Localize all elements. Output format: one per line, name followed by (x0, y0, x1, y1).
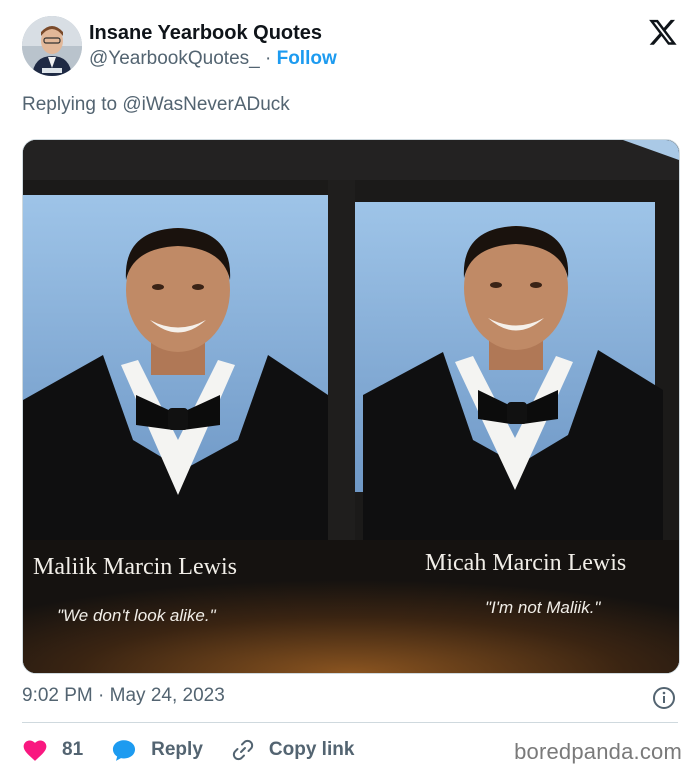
author-handle-row: @YearbookQuotes_ · Follow (89, 48, 337, 70)
like-button[interactable]: 81 (22, 738, 83, 762)
info-icon[interactable] (652, 686, 676, 710)
tweet-media-image[interactable]: Maliik Marcin Lewis "We don't look alike… (22, 139, 680, 674)
reply-bubble-icon (113, 740, 136, 761)
author-handle[interactable]: @YearbookQuotes_ (89, 48, 260, 69)
yearbook-photo (23, 140, 679, 673)
x-logo-icon[interactable] (648, 17, 678, 47)
reply-prefix: Replying to (22, 94, 118, 115)
follow-button[interactable]: Follow (277, 48, 337, 69)
copy-link-label: Copy link (268, 739, 355, 760)
boredpanda-watermark: boredpanda.com (514, 739, 682, 764)
author-display-name[interactable]: Insane Yearbook Quotes (89, 22, 322, 45)
reply-mention[interactable]: @iWasNeverADuck (122, 94, 289, 115)
copy-link-button[interactable]: Copy link (231, 738, 355, 762)
left-caption-quote: "We don't look alike." (57, 606, 216, 625)
heart-icon (23, 740, 47, 761)
handle-separator: · (264, 48, 272, 69)
reply-context: Replying to @iWasNeverADuck (22, 94, 290, 116)
right-caption-quote: "I'm not Maliik." (485, 598, 601, 617)
like-count: 81 (62, 739, 84, 760)
tweet-timestamp[interactable]: 9:02 PM · May 24, 2023 (22, 685, 225, 707)
right-portrait (355, 202, 663, 540)
tweet-actions: 81 Reply Copy link (22, 735, 354, 765)
left-portrait (23, 195, 328, 540)
link-icon (232, 739, 254, 761)
author-avatar[interactable] (22, 16, 82, 76)
actions-divider (22, 722, 678, 723)
tweet-card: Insane Yearbook Quotes @YearbookQuotes_ … (0, 0, 700, 776)
left-caption-name: Maliik Marcin Lewis (33, 554, 237, 580)
reply-button[interactable]: Reply (111, 738, 203, 762)
reply-label: Reply (151, 739, 203, 760)
right-caption-name: Micah Marcin Lewis (425, 550, 627, 576)
